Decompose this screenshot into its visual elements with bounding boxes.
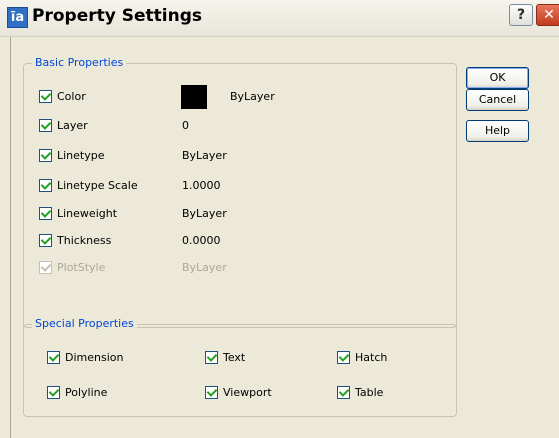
basic-properties-legend: Basic Properties: [32, 56, 127, 69]
hatch-option: Hatch: [337, 350, 447, 366]
viewport-checkbox[interactable]: [205, 386, 218, 399]
linetype-label: Linetype: [57, 149, 105, 162]
text-label: Text: [223, 351, 246, 364]
plotstyle-label: PlotStyle: [57, 261, 106, 274]
window-title: Property Settings: [32, 6, 202, 26]
thickness-row: Thickness 0.0000: [39, 233, 439, 249]
color-value: ByLayer: [230, 90, 275, 103]
plotstyle-value: ByLayer: [182, 261, 227, 274]
ok-button[interactable]: OK: [466, 67, 529, 89]
linetype-row: Linetype ByLayer: [39, 148, 439, 164]
text-option: Text: [205, 350, 325, 366]
thickness-label: Thickness: [57, 234, 112, 247]
dimension-label: Dimension: [65, 351, 124, 364]
hatch-label: Hatch: [355, 351, 388, 364]
plotstyle-checkbox: [39, 261, 52, 274]
layer-checkbox[interactable]: [39, 119, 52, 132]
help-titlebar-button[interactable]: ?: [509, 4, 533, 26]
lineweight-row: Lineweight ByLayer: [39, 206, 439, 222]
layer-label: Layer: [57, 119, 88, 132]
table-option: Table: [337, 385, 447, 401]
color-label: Color: [57, 90, 86, 103]
layer-value: 0: [182, 119, 189, 132]
thickness-checkbox[interactable]: [39, 234, 52, 247]
color-row: Color ByLayer: [39, 85, 439, 109]
linetype-checkbox[interactable]: [39, 149, 52, 162]
polyline-option: Polyline: [47, 385, 167, 401]
hatch-checkbox[interactable]: [337, 351, 350, 364]
special-properties-legend: Special Properties: [32, 317, 137, 330]
linetype-value: ByLayer: [182, 149, 227, 162]
text-checkbox[interactable]: [205, 351, 218, 364]
title-bar[interactable]: īa Property Settings ? ✕: [0, 0, 559, 37]
polyline-label: Polyline: [65, 386, 108, 399]
linetype-scale-value: 1.0000: [182, 179, 221, 192]
viewport-option: Viewport: [205, 385, 325, 401]
layer-row: Layer 0: [39, 118, 439, 134]
table-checkbox[interactable]: [337, 386, 350, 399]
lineweight-label: Lineweight: [57, 207, 118, 220]
thickness-value: 0.0000: [182, 234, 221, 247]
polyline-checkbox[interactable]: [47, 386, 60, 399]
dialog-body: Basic Properties Color ByLayer Layer 0 L…: [0, 37, 559, 438]
special-properties-group: Special Properties Dimension Text Hatch …: [23, 317, 457, 417]
window-border: [10, 37, 11, 438]
dimension-option: Dimension: [47, 350, 167, 366]
linetype-scale-checkbox[interactable]: [39, 179, 52, 192]
plotstyle-row: PlotStyle ByLayer: [39, 260, 439, 276]
dimension-checkbox[interactable]: [47, 351, 60, 364]
basic-properties-group: Basic Properties Color ByLayer Layer 0 L…: [23, 56, 457, 328]
lineweight-value: ByLayer: [182, 207, 227, 220]
color-swatch[interactable]: [181, 85, 207, 109]
help-button[interactable]: Help: [466, 120, 529, 142]
viewport-label: Viewport: [223, 386, 272, 399]
cancel-button[interactable]: Cancel: [466, 89, 529, 111]
close-button[interactable]: ✕: [536, 4, 559, 26]
linetype-scale-label: Linetype Scale: [57, 179, 138, 192]
color-checkbox[interactable]: [39, 90, 52, 103]
lineweight-checkbox[interactable]: [39, 207, 52, 220]
app-icon: īa: [7, 7, 28, 28]
table-label: Table: [355, 386, 384, 399]
linetype-scale-row: Linetype Scale 1.0000: [39, 178, 439, 194]
close-icon: ✕: [543, 7, 555, 23]
